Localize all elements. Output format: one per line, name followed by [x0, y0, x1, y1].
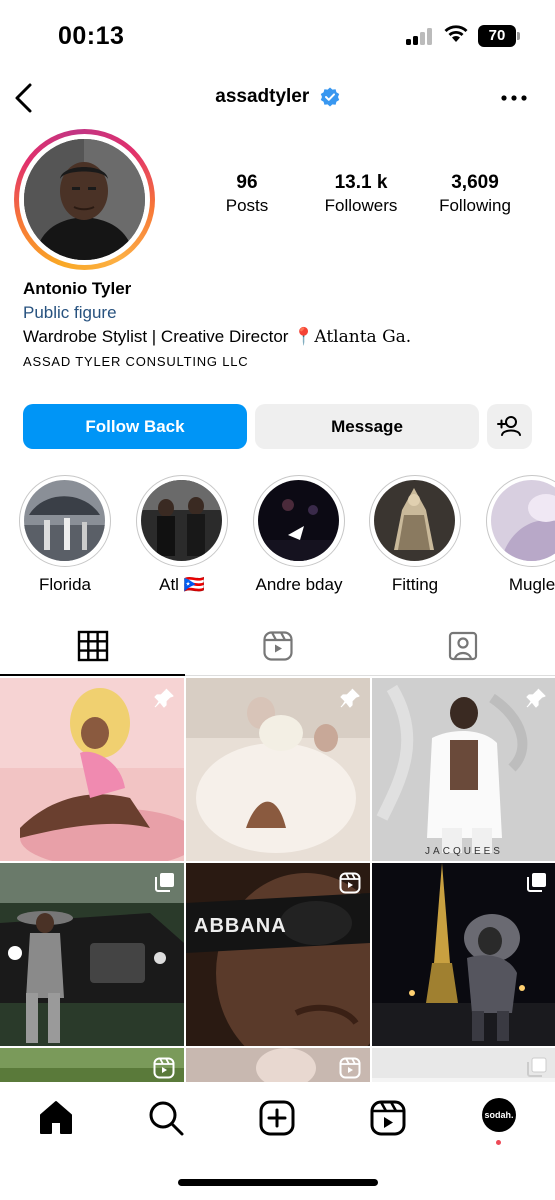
highlight-cover: [141, 480, 222, 561]
profile-avatar: [24, 139, 145, 260]
post-overlay-text: ABBANA: [194, 915, 287, 937]
post-thumbnail[interactable]: [0, 863, 184, 1046]
follow-back-button[interactable]: Follow Back: [23, 404, 247, 449]
home-icon[interactable]: [36, 1098, 76, 1138]
create-post-icon[interactable]: [257, 1098, 297, 1138]
tab-posts-grid[interactable]: [0, 620, 185, 676]
bottom-navigation: sodah.: [0, 1082, 555, 1200]
highlight-cover: [491, 480, 555, 561]
highlight-label: Florida: [39, 575, 91, 594]
pinned-icon: [526, 688, 546, 708]
status-bar: 00:13 70: [0, 0, 555, 72]
bio-description: Wardrobe Stylist | Creative Director: [23, 327, 289, 346]
post-thumbnail[interactable]: [372, 1048, 555, 1082]
tab-reels[interactable]: [185, 620, 370, 676]
highlight-atl[interactable]: Atl 🇵🇷: [136, 475, 228, 595]
more-options-icon[interactable]: [499, 86, 529, 110]
stat-value: 3,609: [451, 172, 499, 193]
stat-value: 96: [236, 172, 258, 193]
wifi-icon: [444, 25, 468, 42]
post-thumbnail[interactable]: [372, 863, 555, 1046]
carousel-icon: [527, 873, 546, 892]
stat-following[interactable]: 3,609 Following: [433, 172, 517, 218]
profile-category[interactable]: Public figure: [23, 301, 543, 325]
cellular-signal-icon: [406, 27, 434, 45]
highlight-mugle[interactable]: Mugle: [486, 475, 555, 595]
post-thumbnail[interactable]: JACQUEES: [372, 678, 555, 861]
reels-nav-icon[interactable]: [368, 1098, 408, 1138]
posts-grid: JACQUEES ABBANA: [0, 678, 555, 1082]
reel-icon: [153, 1057, 175, 1079]
profile-content-tabs: [0, 620, 555, 676]
profile-header: assadtyler: [0, 78, 555, 118]
stat-posts[interactable]: 96 Posts: [218, 172, 276, 218]
bio-location: Atlanta Ga.: [314, 327, 412, 347]
location-pin-icon: 📍: [293, 327, 315, 346]
reel-icon: [339, 1057, 361, 1079]
home-indicator: [178, 1179, 378, 1186]
status-time: 00:13: [58, 22, 125, 50]
carousel-icon: [527, 1057, 547, 1077]
verified-badge-icon: [320, 87, 339, 107]
stat-followers[interactable]: 13.1 k Followers: [318, 172, 404, 218]
profile-avatar-story-ring[interactable]: [14, 129, 155, 270]
highlight-label: Atl 🇵🇷: [159, 575, 205, 594]
highlight-label: Mugle: [508, 575, 555, 594]
suggest-users-button[interactable]: [487, 404, 532, 449]
notification-dot: [496, 1140, 501, 1145]
profile-username: assadtyler: [215, 86, 310, 107]
pinned-icon: [340, 688, 360, 708]
highlight-cover: [24, 480, 105, 561]
stat-label: Following: [439, 196, 511, 215]
highlight-cover: [374, 480, 455, 561]
stat-value: 13.1 k: [334, 172, 388, 193]
profile-display-name: Antonio Tyler: [23, 279, 132, 298]
highlight-fitting[interactable]: Fitting: [369, 475, 461, 595]
highlight-cover: [258, 480, 339, 561]
profile-bio-text: Wardrobe Stylist | Creative Director 📍At…: [23, 325, 543, 349]
stat-label: Followers: [324, 196, 398, 215]
post-thumbnail[interactable]: ABBANA: [186, 863, 370, 1046]
battery-level: 70: [488, 27, 506, 44]
post-thumbnail[interactable]: [0, 678, 184, 861]
add-person-icon: [497, 416, 521, 436]
message-button[interactable]: Message: [255, 404, 479, 449]
reels-icon: [263, 631, 293, 661]
stat-label: Posts: [225, 196, 269, 215]
highlight-florida[interactable]: Florida: [19, 475, 111, 595]
story-highlights: Florida Atl 🇵🇷 Andre bday Fitting Mugle: [0, 475, 555, 595]
profile-bio: Antonio Tyler Public figure Wardrobe Sty…: [23, 278, 543, 373]
highlight-andre-bday[interactable]: Andre bday: [253, 475, 345, 595]
profile-stats: 96 Posts 13.1 k Followers 3,609 Followin…: [200, 172, 550, 222]
tagged-person-icon: [448, 631, 478, 661]
post-thumbnail[interactable]: [186, 678, 370, 861]
reel-icon: [339, 872, 361, 894]
post-thumbnail[interactable]: [0, 1048, 184, 1082]
highlight-label: Andre bday: [255, 575, 343, 594]
grid-icon: [77, 630, 109, 662]
tab-tagged[interactable]: [370, 620, 555, 676]
pinned-icon: [154, 688, 174, 708]
post-overlay-text: JACQUEES: [425, 846, 503, 857]
battery-indicator: 70: [478, 25, 520, 47]
highlight-label: Fitting: [391, 575, 439, 594]
carousel-icon: [155, 873, 174, 892]
post-thumbnail[interactable]: [186, 1048, 370, 1082]
profile-company: ASSAD TYLER CONSULTING LLC: [23, 354, 249, 369]
profile-nav-avatar[interactable]: sodah.: [482, 1098, 516, 1132]
search-icon[interactable]: [146, 1098, 186, 1138]
